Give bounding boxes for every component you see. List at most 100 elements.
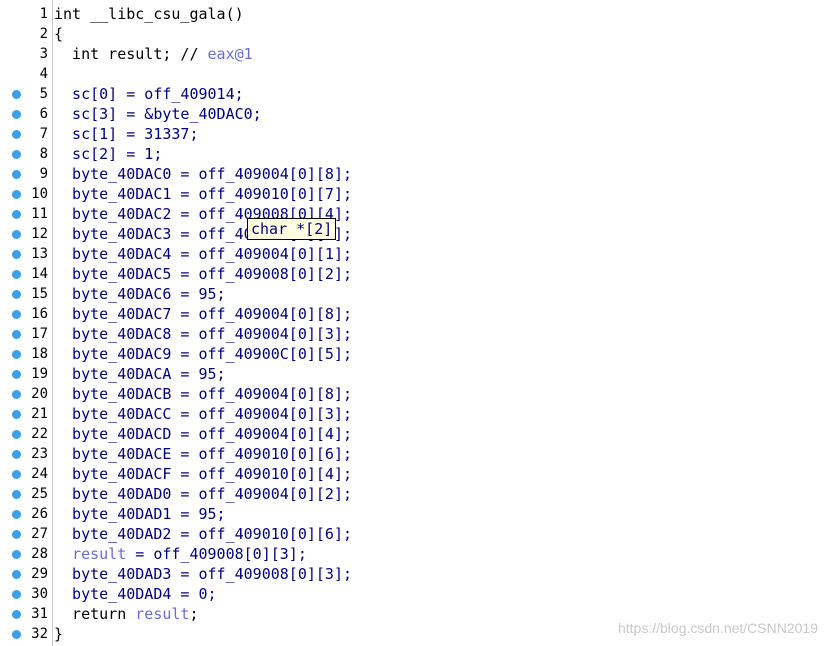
code-line[interactable]: 22 byte_40DACD = off_409004[0][4]; (0, 424, 826, 444)
breakpoint-dot-icon[interactable] (12, 270, 21, 279)
code-line[interactable]: 23 byte_40DACE = off_409010[0][6]; (0, 444, 826, 464)
breakpoint-dot-icon[interactable] (12, 410, 21, 419)
code-token[interactable]: } (54, 625, 63, 643)
code-token[interactable]: result (72, 545, 126, 563)
code-line[interactable]: 15 byte_40DAC6 = 95; (0, 284, 826, 304)
code-token[interactable]: byte_40DAD2 = off_409010[0][6]; (54, 525, 352, 543)
code-token[interactable]: eax@1 (208, 45, 253, 63)
code-line[interactable]: 4 (0, 64, 826, 84)
code-token[interactable]: sc[3] = &byte_40DAC0; (54, 105, 262, 123)
code-line[interactable]: 5 sc[0] = off_409014; (0, 84, 826, 104)
breakpoint-dot-icon[interactable] (12, 610, 21, 619)
code-line[interactable]: 7 sc[1] = 31337; (0, 124, 826, 144)
code-token[interactable]: byte_40DAD1 = 95; (54, 505, 226, 523)
pseudocode-view[interactable]: 1 int __libc_csu_gala() 2{3 int result; //… (0, 4, 826, 644)
code-token[interactable]: int __libc_csu_gala() (54, 5, 244, 23)
code-line[interactable]: 13 byte_40DAC4 = off_409004[0][1]; (0, 244, 826, 264)
code-token[interactable]: byte_40DACA = 95; (54, 365, 226, 383)
breakpoint-dot-icon[interactable] (12, 110, 21, 119)
code-token[interactable]: byte_40DACD = off_409004[0][4]; (54, 425, 352, 443)
code-token[interactable]: sc[0] = off_409014; (54, 85, 244, 103)
code-line[interactable]: 18 byte_40DAC9 = off_40900C[0][5]; (0, 344, 826, 364)
code-token[interactable]: int result; // (54, 45, 208, 63)
breakpoint-dot-icon[interactable] (12, 230, 21, 239)
breakpoint-dot-icon[interactable] (12, 370, 21, 379)
code-text[interactable]: return result; (54, 604, 198, 624)
code-token[interactable]: byte_40DAD3 = off_409008[0][3]; (54, 565, 352, 583)
code-text[interactable]: int __libc_csu_gala() (54, 4, 244, 24)
code-text[interactable]: byte_40DAC5 = off_409008[0][2]; (54, 264, 352, 284)
code-text[interactable]: byte_40DACB = off_409004[0][8]; (54, 384, 352, 404)
code-token[interactable]: { (54, 25, 63, 43)
code-line[interactable]: 12 byte_40DAC3 = off_40900C[0][6]; (0, 224, 826, 244)
code-line[interactable]: 16 byte_40DAC7 = off_409004[0][8]; (0, 304, 826, 324)
code-token[interactable]: sc[1] = 31337; (54, 125, 198, 143)
breakpoint-dot-icon[interactable] (12, 170, 21, 179)
code-token[interactable]: byte_40DAC5 = off_409008[0][2]; (54, 265, 352, 283)
code-line[interactable]: 19 byte_40DACA = 95; (0, 364, 826, 384)
code-text[interactable]: byte_40DAC1 = off_409010[0][7]; (54, 184, 352, 204)
code-token[interactable]: byte_40DAC4 = off_409004[0][1]; (54, 245, 352, 263)
code-text[interactable]: int result; // eax@1 (54, 44, 253, 64)
code-line[interactable]: 11 byte_40DAC2 = off_409008[0][4]; (0, 204, 826, 224)
breakpoint-dot-icon[interactable] (12, 210, 21, 219)
code-line[interactable]: 29 byte_40DAD3 = off_409008[0][3]; (0, 564, 826, 584)
breakpoint-dot-icon[interactable] (12, 150, 21, 159)
code-line[interactable]: 14 byte_40DAC5 = off_409008[0][2]; (0, 264, 826, 284)
code-text[interactable]: byte_40DAC8 = off_409004[0][3]; (54, 324, 352, 344)
code-token[interactable]: byte_40DACE = off_409010[0][6]; (54, 445, 352, 463)
code-text[interactable]: byte_40DACC = off_409004[0][3]; (54, 404, 352, 424)
code-line[interactable]: 6 sc[3] = &byte_40DAC0; (0, 104, 826, 124)
code-text[interactable]: byte_40DACE = off_409010[0][6]; (54, 444, 352, 464)
code-token[interactable]: byte_40DAD4 = 0; (54, 585, 217, 603)
breakpoint-dot-icon[interactable] (12, 90, 21, 99)
code-text[interactable]: byte_40DAD3 = off_409008[0][3]; (54, 564, 352, 584)
code-line[interactable]: 26 byte_40DAD1 = 95; (0, 504, 826, 524)
breakpoint-dot-icon[interactable] (12, 350, 21, 359)
code-text[interactable]: byte_40DACA = 95; (54, 364, 226, 384)
code-text[interactable]: result = off_409008[0][3]; (54, 544, 307, 564)
breakpoint-dot-icon[interactable] (12, 570, 21, 579)
code-token[interactable]: byte_40DAC9 = off_40900C[0][5]; (54, 345, 352, 363)
breakpoint-dot-icon[interactable] (12, 450, 21, 459)
code-line[interactable]: 25 byte_40DAD0 = off_409004[0][2]; (0, 484, 826, 504)
code-text[interactable]: byte_40DAC4 = off_409004[0][1]; (54, 244, 352, 264)
code-token[interactable]: byte_40DACC = off_409004[0][3]; (54, 405, 352, 423)
breakpoint-dot-icon[interactable] (12, 550, 21, 559)
code-line[interactable]: 24 byte_40DACF = off_409010[0][4]; (0, 464, 826, 484)
breakpoint-dot-icon[interactable] (12, 390, 21, 399)
code-token[interactable]: byte_40DACB = off_409004[0][8]; (54, 385, 352, 403)
code-line[interactable]: 1 int __libc_csu_gala() (0, 4, 826, 24)
code-text[interactable]: byte_40DAC7 = off_409004[0][8]; (54, 304, 352, 324)
breakpoint-dot-icon[interactable] (12, 330, 21, 339)
code-token[interactable]: result (135, 605, 189, 623)
breakpoint-dot-icon[interactable] (12, 630, 21, 639)
breakpoint-dot-icon[interactable] (12, 590, 21, 599)
breakpoint-dot-icon[interactable] (12, 130, 21, 139)
code-line[interactable]: 21 byte_40DACC = off_409004[0][3]; (0, 404, 826, 424)
code-text[interactable]: sc[2] = 1; (54, 144, 162, 164)
code-token[interactable]: return (54, 605, 135, 623)
code-line[interactable]: 2{ (0, 24, 826, 44)
code-text[interactable]: byte_40DAC0 = off_409004[0][8]; (54, 164, 352, 184)
breakpoint-dot-icon[interactable] (12, 310, 21, 319)
code-text[interactable]: sc[0] = off_409014; (54, 84, 244, 104)
code-line[interactable]: 10 byte_40DAC1 = off_409010[0][7]; (0, 184, 826, 204)
code-text[interactable]: sc[1] = 31337; (54, 124, 198, 144)
code-token[interactable]: byte_40DAC8 = off_409004[0][3]; (54, 325, 352, 343)
code-text[interactable]: { (54, 24, 63, 44)
breakpoint-dot-icon[interactable] (12, 510, 21, 519)
code-text[interactable]: sc[3] = &byte_40DAC0; (54, 104, 262, 124)
code-line[interactable]: 30 byte_40DAD4 = 0; (0, 584, 826, 604)
code-text[interactable]: } (54, 624, 63, 644)
code-text[interactable]: byte_40DAD0 = off_409004[0][2]; (54, 484, 352, 504)
code-text[interactable]: byte_40DACF = off_409010[0][4]; (54, 464, 352, 484)
code-text[interactable]: byte_40DAC6 = 95; (54, 284, 226, 304)
code-line[interactable]: 8 sc[2] = 1; (0, 144, 826, 164)
code-token[interactable]: ; (189, 605, 198, 623)
breakpoint-dot-icon[interactable] (12, 490, 21, 499)
code-text[interactable]: byte_40DAD2 = off_409010[0][6]; (54, 524, 352, 544)
breakpoint-dot-icon[interactable] (12, 250, 21, 259)
code-text[interactable]: byte_40DAC9 = off_40900C[0][5]; (54, 344, 352, 364)
code-token[interactable]: byte_40DAC7 = off_409004[0][8]; (54, 305, 352, 323)
